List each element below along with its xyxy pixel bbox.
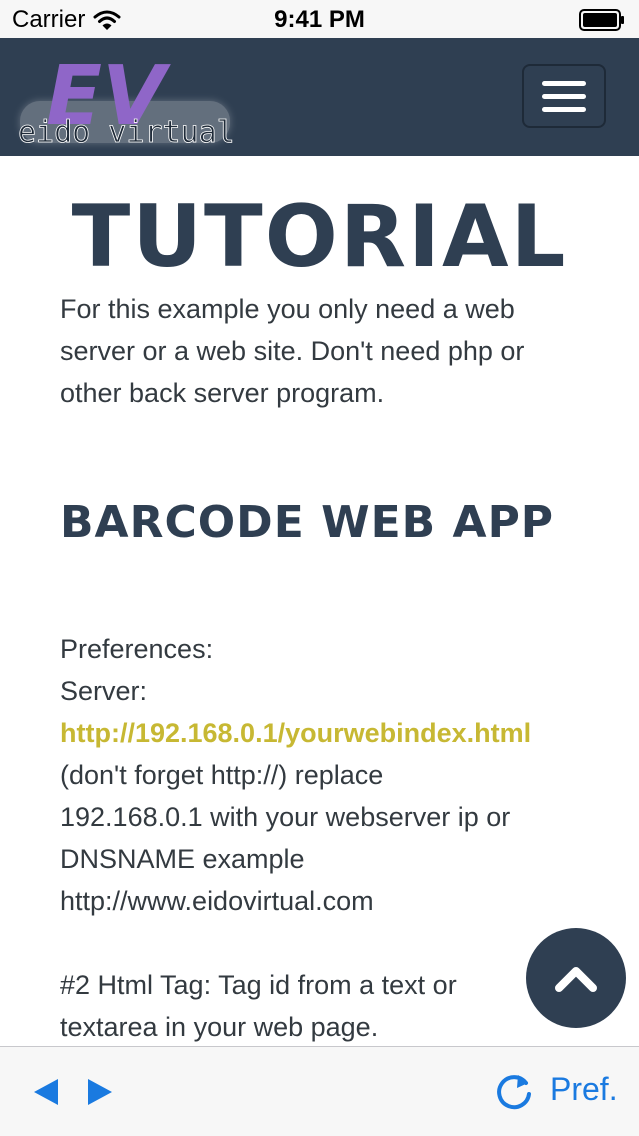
text-line: DNSNAME example <box>60 844 305 874</box>
menu-toggle-button[interactable] <box>522 64 606 128</box>
intro-paragraph: For this example you only need a web ser… <box>60 294 525 408</box>
text-line: textarea in your web page. <box>60 1012 379 1042</box>
section-title: BARCODE WEB APP <box>60 497 555 548</box>
text-line: Preferences: <box>60 634 214 664</box>
hamburger-bar <box>542 106 586 112</box>
status-time: 9:41 PM <box>274 6 365 33</box>
status-bar: Carrier 9:41 PM <box>0 0 639 38</box>
eido-virtual-logo[interactable]: EV eido virtual <box>10 46 240 150</box>
back-arrow-icon[interactable] <box>30 1075 64 1109</box>
hamburger-bar <box>542 93 586 99</box>
text-line: Server: <box>60 676 148 706</box>
page-title: TUTORIAL <box>71 187 568 287</box>
scroll-to-top-button[interactable] <box>526 928 626 1028</box>
refresh-icon[interactable] <box>492 1069 536 1113</box>
chevron-up-icon <box>555 967 597 992</box>
text-line: (don't forget http://) replace <box>60 760 384 790</box>
preferences-button[interactable]: Pref. <box>550 1071 618 1108</box>
navbar: EV eido virtual <box>0 38 639 156</box>
svg-text:eido virtual: eido virtual <box>18 115 235 150</box>
text-line: http://www.eidovirtual.com <box>60 886 374 916</box>
bottom-toolbar: Pref. <box>0 1046 639 1136</box>
text-line: 192.168.0.1 with your webserver ip or <box>60 802 511 832</box>
battery-icon <box>579 9 624 31</box>
hamburger-bar <box>542 80 586 86</box>
web-content[interactable]: TUTORIAL For this example you only need … <box>0 156 639 1046</box>
forward-arrow-icon[interactable] <box>82 1075 116 1109</box>
server-link[interactable]: http://192.168.0.1/yourwebindex.html <box>60 712 620 754</box>
